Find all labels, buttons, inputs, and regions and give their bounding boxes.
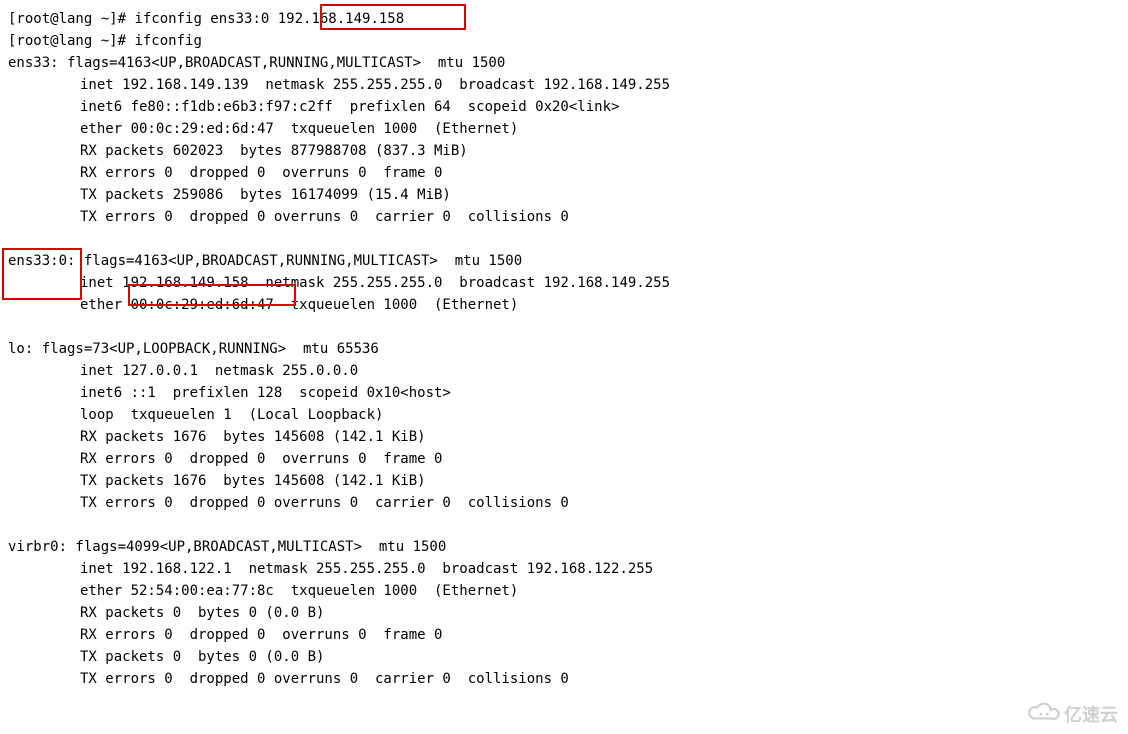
ens33-inet: inet 192.168.149.139 netmask 255.255.255… [8,74,1120,96]
virbr0-ether: ether 52:54:00:ea:77:8c txqueuelen 1000 … [8,580,1120,602]
ens33-rx-errors: RX errors 0 dropped 0 overruns 0 frame 0 [8,162,1120,184]
ens33-tx-errors: TX errors 0 dropped 0 overruns 0 carrier… [8,206,1120,228]
virbr0-tx-packets: TX packets 0 bytes 0 (0.0 B) [8,646,1120,668]
blank-line [8,514,1120,536]
virbr0-inet: inet 192.168.122.1 netmask 255.255.255.0… [8,558,1120,580]
lo-header: lo: flags=73<UP,LOOPBACK,RUNNING> mtu 65… [8,338,1120,360]
watermark-text: 亿速云 [1064,704,1118,726]
prompt: [root@lang ~]# [8,11,134,27]
prompt: [root@lang ~]# [8,33,134,49]
cloud-icon [1026,701,1060,728]
lo-inet: inet 127.0.0.1 netmask 255.0.0.0 [8,360,1120,382]
ens33-header: ens33: flags=4163<UP,BROADCAST,RUNNING,M… [8,52,1120,74]
ens33-0-header: ens33:0: flags=4163<UP,BROADCAST,RUNNING… [8,250,1120,272]
shell-line-cmd1: [root@lang ~]# ifconfig ens33:0 192.168.… [8,8,1120,30]
lo-tx-errors: TX errors 0 dropped 0 overruns 0 carrier… [8,492,1120,514]
command-text: ifconfig [134,33,201,49]
lo-rx-errors: RX errors 0 dropped 0 overruns 0 frame 0 [8,448,1120,470]
blank-line [8,228,1120,250]
virbr0-header: virbr0: flags=4099<UP,BROADCAST,MULTICAS… [8,536,1120,558]
terminal-output: [root@lang ~]# ifconfig ens33:0 192.168.… [8,8,1120,690]
lo-inet6: inet6 ::1 prefixlen 128 scopeid 0x10<hos… [8,382,1120,404]
ens33-0-ether: ether 00:0c:29:ed:6d:47 txqueuelen 1000 … [8,294,1120,316]
virbr0-rx-errors: RX errors 0 dropped 0 overruns 0 frame 0 [8,624,1120,646]
lo-rx-packets: RX packets 1676 bytes 145608 (142.1 KiB) [8,426,1120,448]
lo-loop: loop txqueuelen 1 (Local Loopback) [8,404,1120,426]
ens33-tx-packets: TX packets 259086 bytes 16174099 (15.4 M… [8,184,1120,206]
ens33-ether: ether 00:0c:29:ed:6d:47 txqueuelen 1000 … [8,118,1120,140]
shell-line-cmd2: [root@lang ~]# ifconfig [8,30,1120,52]
command-text: ifconfig ens33:0 192.168.149.158 [134,11,404,27]
virbr0-tx-errors: TX errors 0 dropped 0 overruns 0 carrier… [8,668,1120,690]
ens33-rx-packets: RX packets 602023 bytes 877988708 (837.3… [8,140,1120,162]
lo-tx-packets: TX packets 1676 bytes 145608 (142.1 KiB) [8,470,1120,492]
watermark: 亿速云 [1026,701,1118,728]
ens33-inet6: inet6 fe80::f1db:e6b3:f97:c2ff prefixlen… [8,96,1120,118]
ens33-0-inet: inet 192.168.149.158 netmask 255.255.255… [8,272,1120,294]
blank-line [8,316,1120,338]
virbr0-rx-packets: RX packets 0 bytes 0 (0.0 B) [8,602,1120,624]
